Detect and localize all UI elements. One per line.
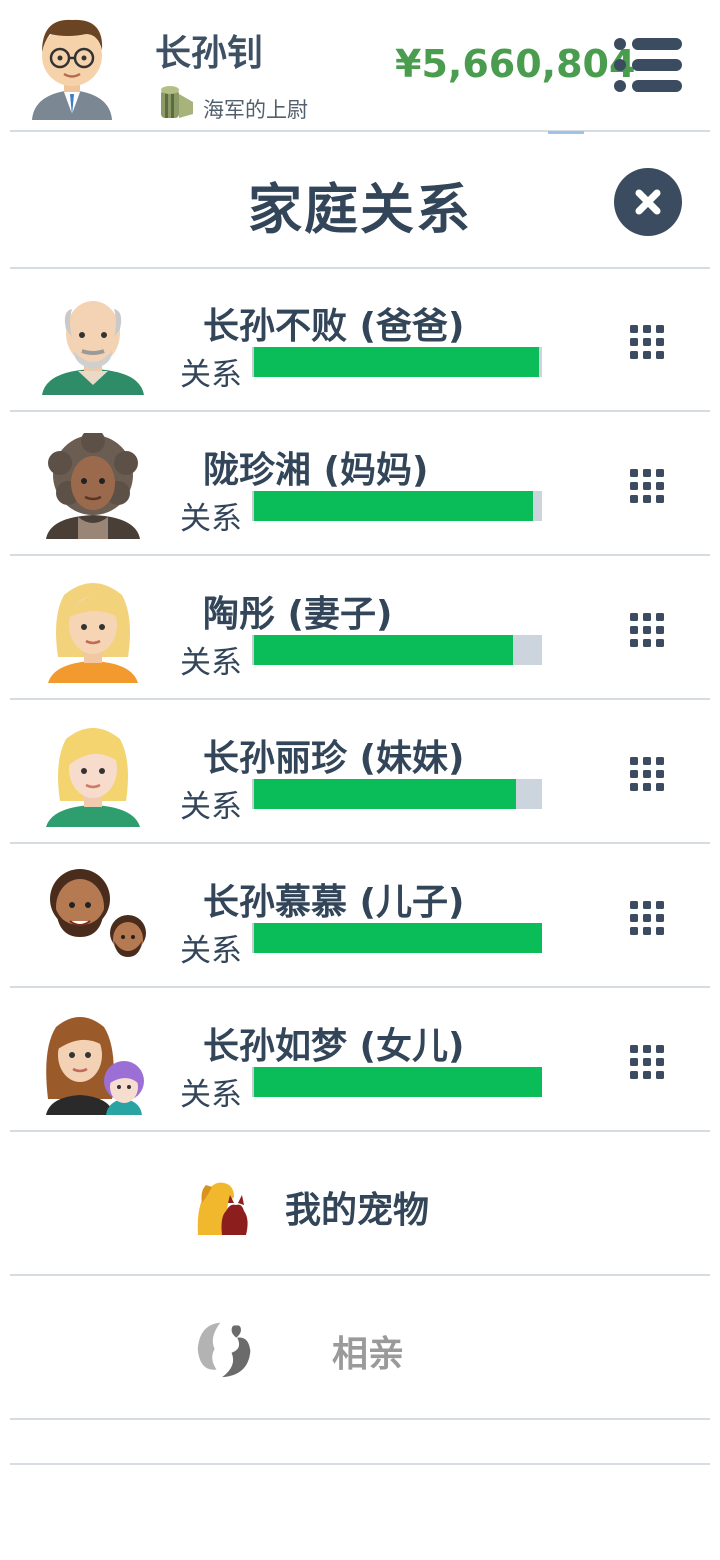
relationship-bar	[252, 1067, 542, 1097]
grid-menu-icon[interactable]	[630, 1045, 664, 1079]
grid-menu-icon[interactable]	[630, 613, 664, 647]
pets-button[interactable]: 我的宠物	[10, 1133, 710, 1275]
relationship-label: 关系	[180, 357, 242, 393]
relationship-bar	[252, 923, 542, 953]
relationship-label: 关系	[180, 933, 242, 969]
header-divider	[10, 130, 710, 132]
player-name: 长孙钊	[155, 33, 264, 74]
menu-list-icon[interactable]	[612, 36, 684, 94]
dating-label: 相亲	[332, 1334, 405, 1375]
relationship-bar-fill	[254, 1067, 542, 1097]
woman-with-daughter-avatar	[46, 1017, 144, 1115]
bottom-divider	[10, 1463, 710, 1465]
pets-label: 我的宠物	[285, 1190, 430, 1231]
relationship-bar-fill	[254, 491, 534, 521]
blonde-woman-avatar	[48, 583, 138, 683]
relationship-label: 关系	[180, 645, 242, 681]
relationship-bar-fill	[254, 635, 514, 665]
family-member-row[interactable]: 长孙如梦 (女儿) 关系	[10, 989, 710, 1133]
relationship-label: 关系	[180, 501, 242, 537]
family-member-row[interactable]: 陶彤 (妻子) 关系	[10, 557, 710, 701]
relationship-bar	[252, 491, 542, 521]
row-divider	[10, 554, 710, 556]
dating-button[interactable]: 相亲	[10, 1277, 710, 1419]
bearded-man-with-son-avatar	[50, 869, 146, 957]
close-icon	[635, 189, 661, 215]
family-member-row[interactable]: 长孙慕慕 (儿子) 关系	[10, 845, 710, 989]
row-divider	[10, 1274, 710, 1276]
blonde-girl-avatar	[46, 728, 140, 827]
relationship-bar-fill	[254, 347, 540, 377]
grid-menu-icon[interactable]	[630, 757, 664, 791]
couple-icon	[197, 1322, 251, 1378]
family-member-row[interactable]: 长孙丽珍 (妹妹) 关系	[10, 701, 710, 845]
close-button[interactable]	[614, 168, 682, 236]
family-member-row[interactable]: 陇珍湘 (妈妈) 关系	[10, 413, 710, 557]
grid-menu-icon[interactable]	[630, 325, 664, 359]
family-member-name: 长孙不败 (爸爸)	[203, 306, 465, 347]
row-divider	[10, 986, 710, 988]
row-divider	[10, 410, 710, 412]
relationship-label: 关系	[180, 789, 242, 825]
row-divider	[10, 1130, 710, 1132]
row-divider	[10, 842, 710, 844]
relationship-label: 关系	[180, 1077, 242, 1113]
family-member-name: 长孙慕慕 (儿子)	[203, 882, 465, 923]
row-divider	[10, 698, 710, 700]
family-member-row[interactable]: 长孙不败 (爸爸) 关系	[10, 269, 710, 413]
panel-title: 家庭关系	[248, 178, 472, 241]
relationship-bar-fill	[254, 779, 517, 809]
old-man-avatar	[42, 301, 144, 395]
player-avatar[interactable]	[28, 8, 116, 120]
relationship-bar-fill	[254, 923, 542, 953]
grid-menu-icon[interactable]	[630, 469, 664, 503]
curly-hair-woman-avatar	[46, 433, 140, 539]
relationship-bar	[252, 347, 542, 377]
pets-icon	[197, 1182, 248, 1235]
row-divider	[10, 1418, 710, 1420]
top-header: 长孙钊 海军的上尉 ¥5,660,804	[0, 0, 720, 130]
family-member-name: 长孙丽珍 (妹妹)	[203, 738, 465, 779]
player-rank: 海军的上尉	[203, 98, 308, 122]
relationship-bar	[252, 779, 542, 809]
rank-insignia-icon	[161, 86, 193, 118]
relationship-bar	[252, 635, 542, 665]
family-member-name: 陶彤 (妻子)	[203, 594, 393, 635]
money-balance: ¥5,660,804	[395, 42, 636, 86]
family-member-name: 长孙如梦 (女儿)	[203, 1026, 465, 1067]
scroll-indicator	[548, 131, 584, 134]
family-member-name: 陇珍湘 (妈妈)	[203, 450, 429, 491]
grid-menu-icon[interactable]	[630, 901, 664, 935]
